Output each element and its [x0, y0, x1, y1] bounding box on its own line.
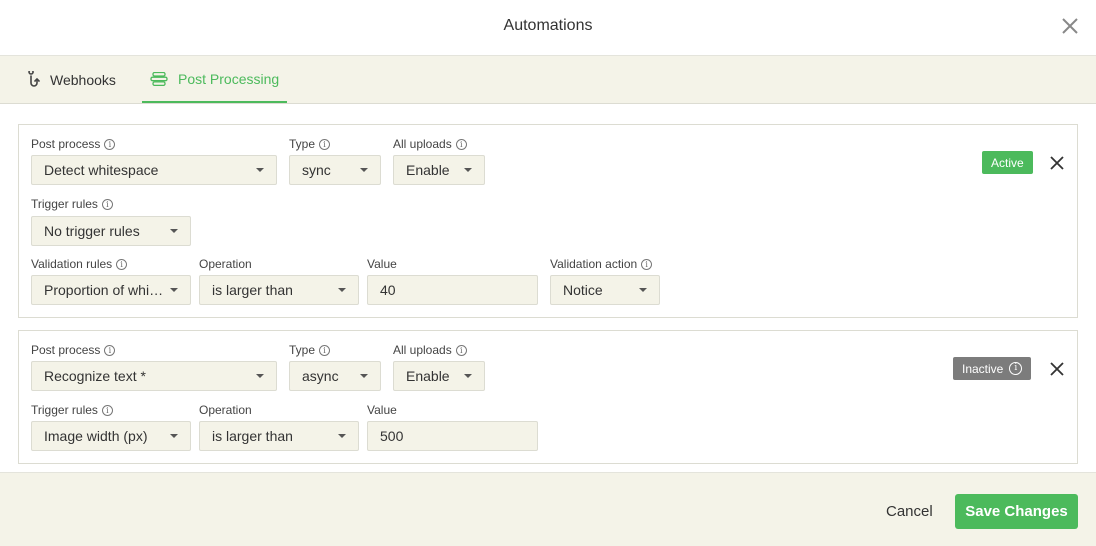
validation-rules-select[interactable]: Proportion of whitespace — [31, 275, 191, 305]
info-icon[interactable]: i — [1009, 362, 1023, 375]
all-uploads-select[interactable]: Enable — [393, 361, 485, 391]
all-uploads-select[interactable]: Enable — [393, 155, 485, 185]
tab-label: Post Processing — [178, 70, 280, 87]
cancel-button[interactable]: Cancel — [876, 494, 943, 528]
trigger-rules-label: Trigger rules i — [31, 403, 113, 417]
post-process-select[interactable]: Detect whitespace — [31, 155, 277, 185]
post-process-select[interactable]: Recognize text * — [31, 361, 277, 391]
info-icon[interactable]: i — [641, 258, 653, 270]
tab-webhooks[interactable]: Webhooks — [26, 56, 116, 103]
remove-rule-icon[interactable] — [1049, 155, 1065, 171]
status-badge: Inactive i — [953, 357, 1032, 380]
info-icon[interactable]: i — [104, 344, 116, 356]
status-badge: Active — [982, 151, 1033, 174]
post-process-label: Post process i — [31, 343, 116, 357]
info-icon[interactable]: i — [116, 258, 128, 270]
type-label: Type i — [289, 343, 331, 357]
all-uploads-label: All uploads i — [393, 137, 467, 151]
info-icon[interactable]: i — [319, 138, 331, 150]
info-icon[interactable]: i — [101, 404, 113, 416]
validation-action-label: Validation action i — [550, 257, 653, 271]
dialog-title: Automations — [503, 17, 593, 34]
layers-icon — [150, 71, 168, 86]
value-input[interactable] — [367, 421, 538, 451]
operation-label: Operation — [199, 403, 252, 417]
info-icon[interactable]: i — [104, 138, 116, 150]
remove-rule-icon[interactable] — [1049, 361, 1065, 377]
type-select[interactable]: async — [289, 361, 381, 391]
operation-label: Operation — [199, 257, 252, 271]
dialog-footer: Cancel Save Changes — [0, 472, 1096, 546]
post-process-rule-card: Post process i Detect whitespace Type i sy… — [18, 124, 1078, 318]
save-changes-button[interactable]: Save Changes — [955, 494, 1078, 529]
dialog-header: Automations — [0, 0, 1096, 56]
post-process-label: Post process i — [31, 137, 116, 151]
validation-rules-label: Validation rules i — [31, 257, 128, 271]
tab-post-processing[interactable]: Post Processing — [142, 56, 288, 103]
value-label: Value — [367, 403, 397, 417]
all-uploads-label: All uploads i — [393, 343, 467, 357]
trigger-rules-select[interactable]: Image width (px) — [31, 421, 191, 451]
info-icon[interactable]: i — [455, 344, 467, 356]
info-icon[interactable]: i — [455, 138, 467, 150]
post-process-rule-card: Post process i Recognize text * Type i asy… — [18, 330, 1078, 464]
tab-bar: Webhooks Post Processing — [0, 56, 1096, 104]
operation-select[interactable]: is larger than — [199, 421, 359, 451]
trigger-rules-select[interactable]: No trigger rules — [31, 216, 191, 246]
type-label: Type i — [289, 137, 331, 151]
value-label: Value — [367, 257, 397, 271]
value-input[interactable] — [367, 275, 538, 305]
operation-select[interactable]: is larger than — [199, 275, 359, 305]
info-icon[interactable]: i — [101, 198, 113, 210]
webhook-icon — [26, 70, 40, 89]
validation-action-select[interactable]: Notice — [550, 275, 660, 305]
close-icon[interactable] — [1060, 16, 1080, 36]
type-select[interactable]: sync — [289, 155, 381, 185]
tab-label: Webhooks — [50, 71, 116, 88]
info-icon[interactable]: i — [319, 344, 331, 356]
trigger-rules-label: Trigger rules i — [31, 197, 113, 211]
